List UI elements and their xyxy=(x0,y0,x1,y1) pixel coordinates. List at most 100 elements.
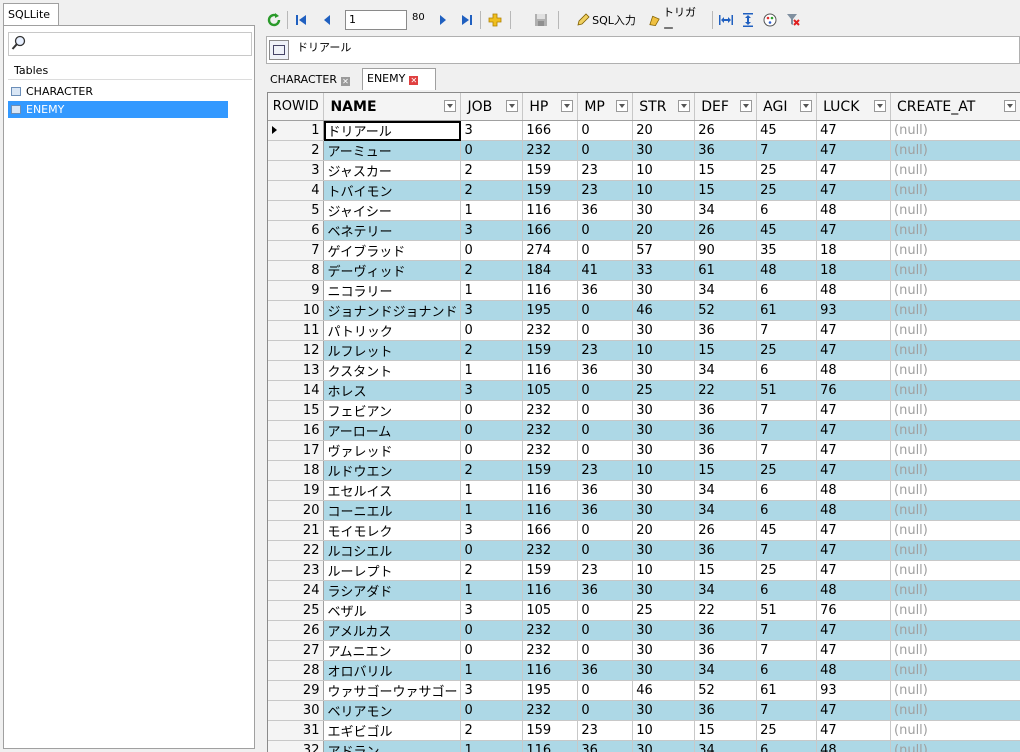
column-filter-dropdown-icon[interactable] xyxy=(561,100,573,112)
cell-create_at[interactable]: (null) xyxy=(891,261,1020,281)
cell-create_at[interactable]: (null) xyxy=(891,621,1020,641)
cell-def[interactable]: 36 xyxy=(695,541,757,561)
cell-mp[interactable]: 0 xyxy=(578,141,633,161)
tab-enemy[interactable]: ENEMY✕ xyxy=(362,68,436,90)
cell-def[interactable]: 90 xyxy=(695,241,757,261)
cell-def[interactable]: 52 xyxy=(695,301,757,321)
table-row[interactable]: 31エギビゴル21592310152547(null) xyxy=(268,721,1020,741)
cell-create_at[interactable]: (null) xyxy=(891,441,1020,461)
cell-agi[interactable]: 61 xyxy=(757,681,817,701)
cell-hp[interactable]: 274 xyxy=(523,241,578,261)
cell-mp[interactable]: 23 xyxy=(578,341,633,361)
cell-agi[interactable]: 35 xyxy=(757,241,817,261)
cell-agi[interactable]: 7 xyxy=(757,401,817,421)
cell-str[interactable]: 30 xyxy=(633,421,695,441)
fit-height-button[interactable] xyxy=(739,10,757,30)
cell-str[interactable]: 46 xyxy=(633,301,695,321)
cell-job[interactable]: 2 xyxy=(461,161,523,181)
cell-def[interactable]: 34 xyxy=(695,661,757,681)
cell-hp[interactable]: 166 xyxy=(523,521,578,541)
cell-job[interactable]: 3 xyxy=(461,601,523,621)
cell-agi[interactable]: 6 xyxy=(757,481,817,501)
table-row[interactable]: 25ベザル3105025225176(null) xyxy=(268,601,1020,621)
cell-str[interactable]: 30 xyxy=(633,741,695,752)
cell-name[interactable]: エギビゴル xyxy=(324,721,461,741)
cell-create_at[interactable]: (null) xyxy=(891,601,1020,621)
cell-def[interactable]: 15 xyxy=(695,161,757,181)
cell-str[interactable]: 33 xyxy=(633,261,695,281)
column-filter-dropdown-icon[interactable] xyxy=(616,100,628,112)
cell-luck[interactable]: 48 xyxy=(817,501,891,521)
column-header-rowid[interactable]: ROWID xyxy=(268,93,324,121)
column-header-str[interactable]: STR xyxy=(633,93,695,121)
table-row[interactable]: 17ヴァレッド023203036747(null) xyxy=(268,441,1020,461)
cell-name[interactable]: ルフレット xyxy=(324,341,461,361)
cell-hp[interactable]: 116 xyxy=(523,481,578,501)
cell-name[interactable]: ホレス xyxy=(324,381,461,401)
cell-hp[interactable]: 232 xyxy=(523,701,578,721)
cell-str[interactable]: 20 xyxy=(633,521,695,541)
cell-str[interactable]: 30 xyxy=(633,201,695,221)
cell-create_at[interactable]: (null) xyxy=(891,141,1020,161)
cell-job[interactable]: 2 xyxy=(461,461,523,481)
cell-hp[interactable]: 159 xyxy=(523,161,578,181)
prev-page-button[interactable] xyxy=(318,10,336,30)
cell-agi[interactable]: 25 xyxy=(757,341,817,361)
cell-hp[interactable]: 159 xyxy=(523,341,578,361)
cell-create_at[interactable]: (null) xyxy=(891,461,1020,481)
column-filter-dropdown-icon[interactable] xyxy=(874,100,886,112)
cell-job[interactable]: 1 xyxy=(461,281,523,301)
table-row[interactable]: 3ジャスカー21592310152547(null) xyxy=(268,161,1020,181)
cell-def[interactable]: 15 xyxy=(695,561,757,581)
cell-mp[interactable]: 23 xyxy=(578,561,633,581)
cell-luck[interactable]: 47 xyxy=(817,121,891,141)
cell-str[interactable]: 30 xyxy=(633,661,695,681)
table-row[interactable]: 23ルーレプト21592310152547(null) xyxy=(268,561,1020,581)
cell-hp[interactable]: 116 xyxy=(523,661,578,681)
cell-def[interactable]: 36 xyxy=(695,641,757,661)
cell-luck[interactable]: 47 xyxy=(817,461,891,481)
cell-str[interactable]: 10 xyxy=(633,161,695,181)
cell-agi[interactable]: 45 xyxy=(757,221,817,241)
cell-mp[interactable]: 0 xyxy=(578,321,633,341)
cell-hp[interactable]: 166 xyxy=(523,121,578,141)
cell-name[interactable]: アメルカス xyxy=(324,621,461,641)
cell-name[interactable]: パトリック xyxy=(324,321,461,341)
cell-str[interactable]: 25 xyxy=(633,381,695,401)
cell-job[interactable]: 0 xyxy=(461,441,523,461)
cell-name[interactable]: ニコラリー xyxy=(324,281,461,301)
table-row[interactable]: 12ルフレット21592310152547(null) xyxy=(268,341,1020,361)
cell-create_at[interactable]: (null) xyxy=(891,401,1020,421)
cell-luck[interactable]: 47 xyxy=(817,401,891,421)
cell-agi[interactable]: 7 xyxy=(757,441,817,461)
cell-create_at[interactable]: (null) xyxy=(891,221,1020,241)
cell-str[interactable]: 46 xyxy=(633,681,695,701)
cell-job[interactable]: 0 xyxy=(461,141,523,161)
cell-luck[interactable]: 48 xyxy=(817,481,891,501)
cell-def[interactable]: 15 xyxy=(695,461,757,481)
cell-mp[interactable]: 23 xyxy=(578,161,633,181)
clear-filter-button[interactable] xyxy=(784,10,802,30)
cell-hp[interactable]: 232 xyxy=(523,441,578,461)
first-page-button[interactable] xyxy=(292,10,310,30)
cell-hp[interactable]: 232 xyxy=(523,621,578,641)
cell-str[interactable]: 30 xyxy=(633,481,695,501)
table-row[interactable]: 27アムニエン023203036747(null) xyxy=(268,641,1020,661)
cell-mp[interactable]: 36 xyxy=(578,741,633,752)
cell-luck[interactable]: 48 xyxy=(817,581,891,601)
cell-def[interactable]: 36 xyxy=(695,421,757,441)
cell-mp[interactable]: 0 xyxy=(578,641,633,661)
cell-job[interactable]: 3 xyxy=(461,521,523,541)
cell-mp[interactable]: 23 xyxy=(578,721,633,741)
cell-luck[interactable]: 48 xyxy=(817,281,891,301)
cell-def[interactable]: 34 xyxy=(695,201,757,221)
cell-agi[interactable]: 7 xyxy=(757,621,817,641)
cell-name[interactable]: ルコシエル xyxy=(324,541,461,561)
cell-create_at[interactable]: (null) xyxy=(891,641,1020,661)
cell-create_at[interactable]: (null) xyxy=(891,281,1020,301)
cell-create_at[interactable]: (null) xyxy=(891,661,1020,681)
filter-toggle-button[interactable] xyxy=(269,40,289,60)
cell-hp[interactable]: 116 xyxy=(523,501,578,521)
cell-create_at[interactable]: (null) xyxy=(891,421,1020,441)
table-row[interactable]: 20コーニエル1116363034648(null) xyxy=(268,501,1020,521)
